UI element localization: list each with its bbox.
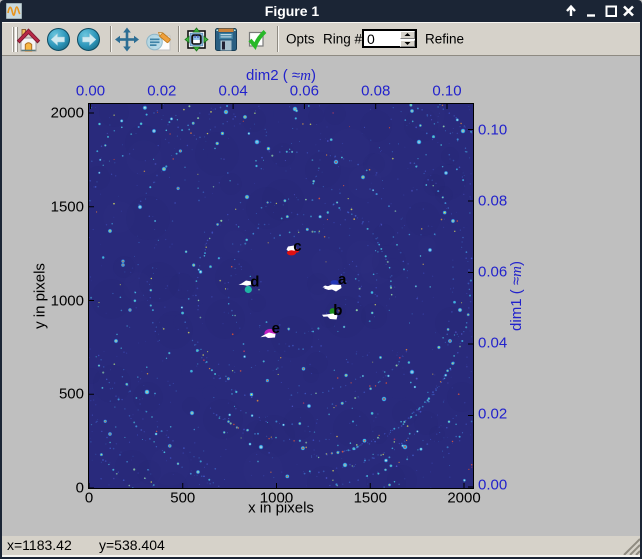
svg-text:a: a bbox=[338, 271, 347, 288]
svg-text:e: e bbox=[272, 320, 280, 337]
svg-text:d: d bbox=[250, 273, 259, 290]
svg-text:c: c bbox=[293, 238, 301, 255]
svg-text:b: b bbox=[333, 302, 342, 319]
